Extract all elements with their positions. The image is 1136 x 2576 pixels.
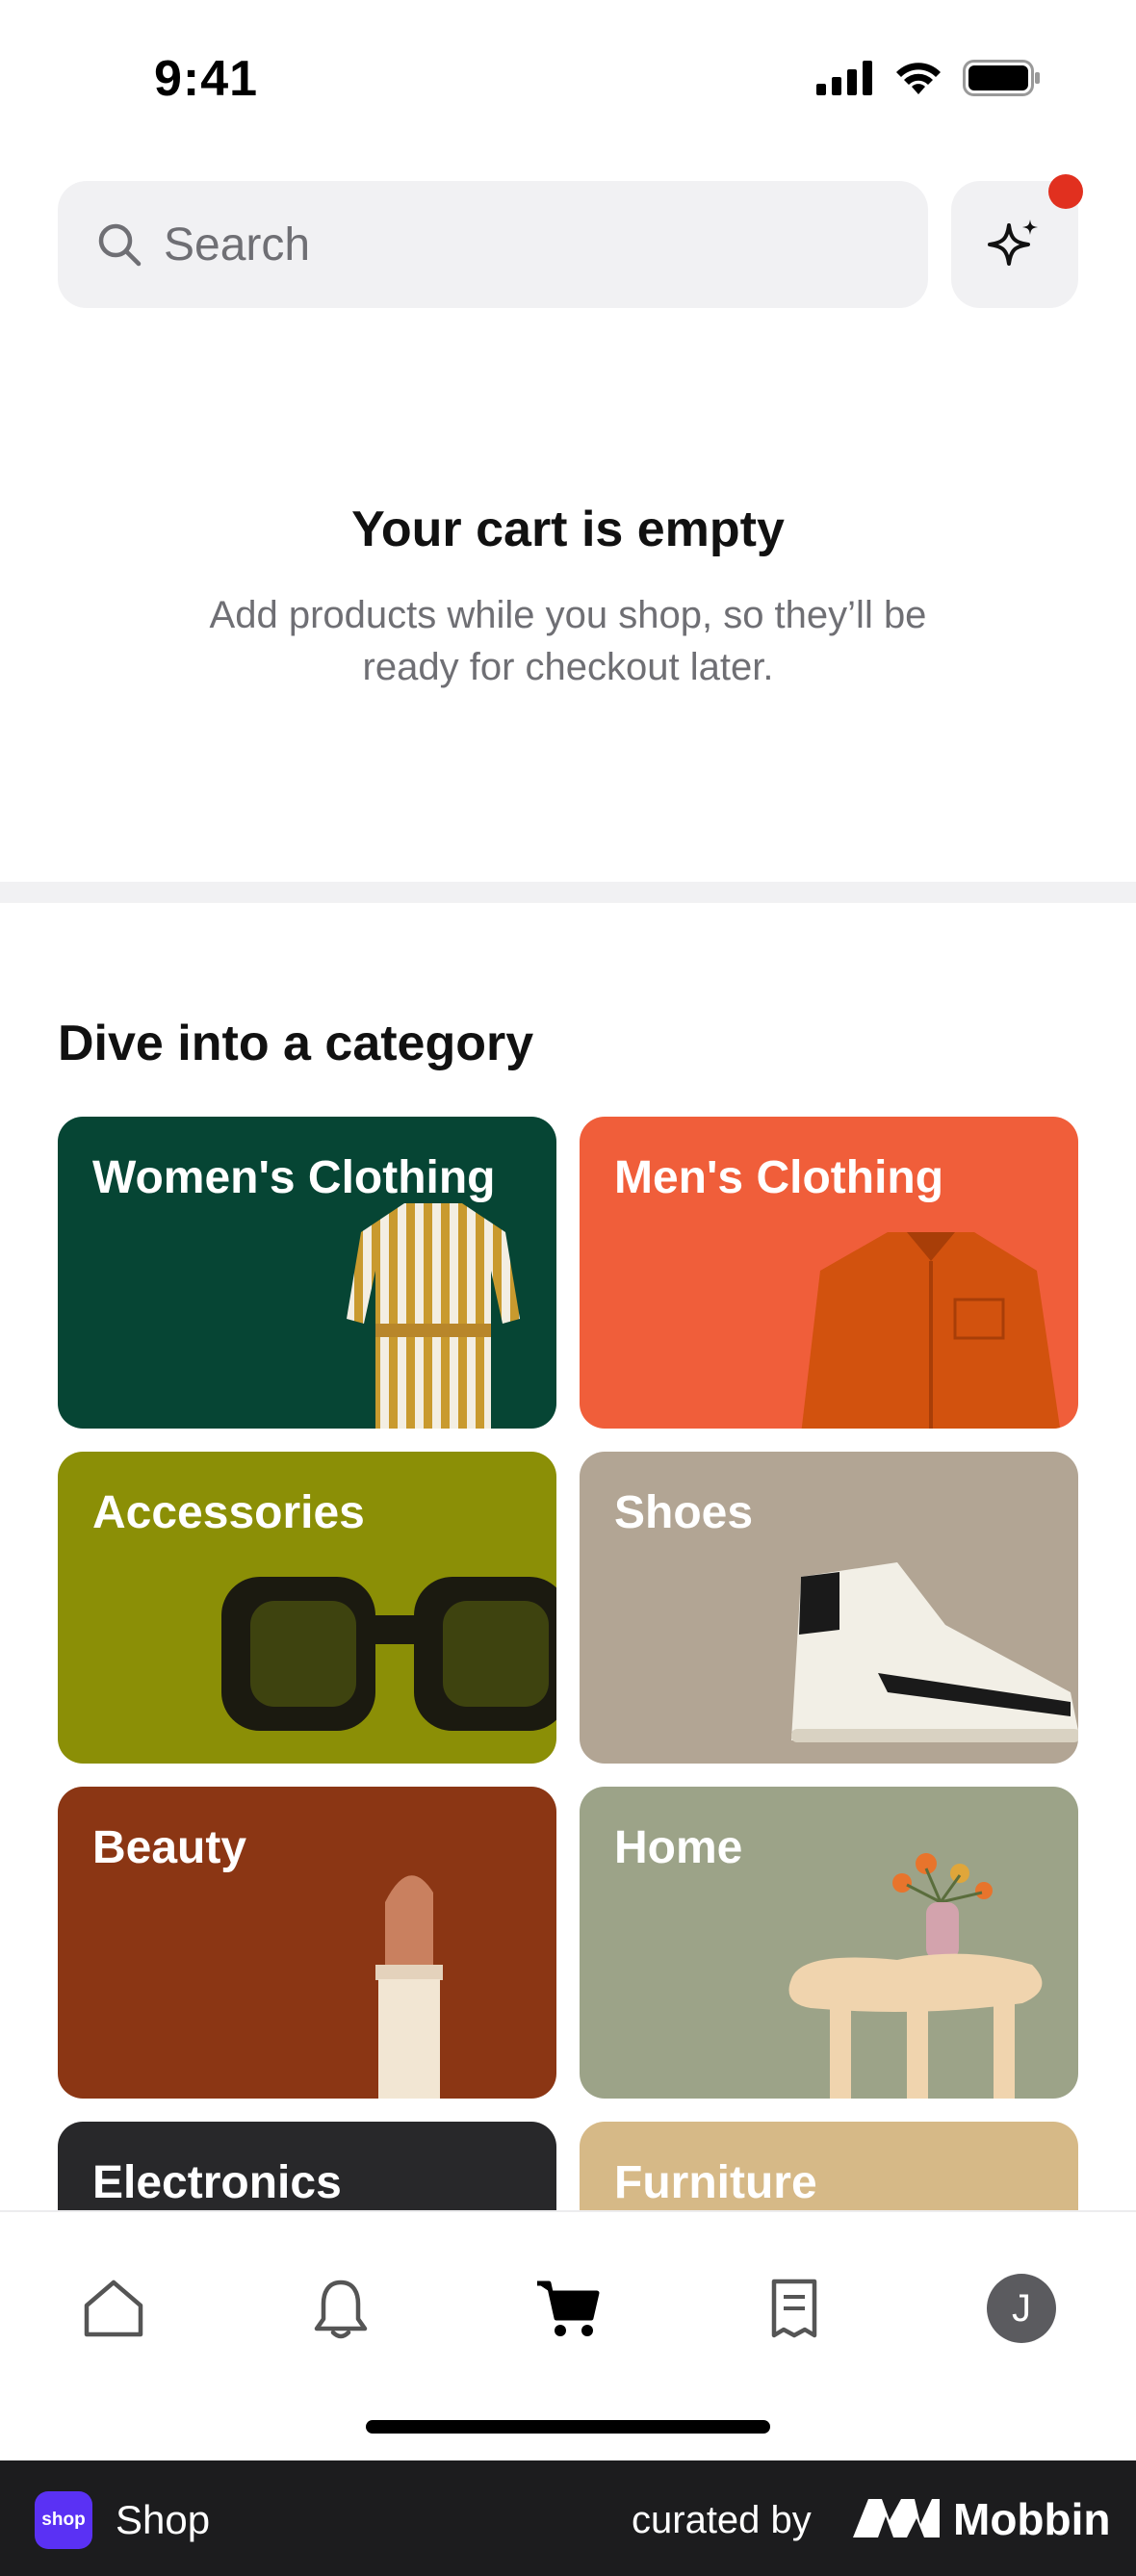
search-icon: [98, 223, 142, 267]
wifi-icon: [896, 63, 941, 94]
category-label: Accessories: [92, 1487, 365, 1538]
mobbin-logo-icon: [853, 2499, 940, 2537]
status-icons: [816, 60, 1042, 96]
search-input[interactable]: Search: [58, 181, 928, 308]
category-card-mens-clothing[interactable]: Men's Clothing: [580, 1117, 1078, 1429]
cart-icon: [537, 2280, 600, 2336]
category-grid: Women's Clothing Men's Clothing Accessor…: [0, 1117, 1136, 2210]
category-label: Furniture: [614, 2157, 817, 2208]
receipt-icon: [771, 2279, 817, 2338]
empty-cart-subtitle: Add products while you shop, so they’ll …: [209, 594, 927, 688]
tab-cart[interactable]: [520, 2260, 616, 2357]
category-label: Home: [614, 1822, 743, 1873]
category-card-electronics[interactable]: Electronics: [58, 2122, 556, 2210]
home-icon: [84, 2280, 143, 2337]
category-card-beauty[interactable]: Beauty: [58, 1787, 556, 2099]
empty-cart-title: Your cart is empty: [351, 502, 785, 557]
lipstick-image: [375, 1875, 443, 2099]
battery-icon: [963, 60, 1040, 96]
section-divider: [0, 882, 1136, 903]
avatar-initial: J: [1012, 2286, 1031, 2330]
shop-logo: shop: [35, 2491, 92, 2549]
bell-icon: [314, 2280, 368, 2339]
category-section-title: Dive into a category: [58, 1016, 534, 1071]
side-table-flowers-image: [788, 1853, 1043, 2099]
profile-avatar: J: [987, 2274, 1056, 2343]
status-bar: 9:41: [0, 0, 1136, 164]
category-card-home[interactable]: Home: [580, 1787, 1078, 2099]
notification-dot: [1048, 174, 1083, 209]
category-card-womens-clothing[interactable]: Women's Clothing: [58, 1117, 556, 1429]
category-card-shoes[interactable]: Shoes: [580, 1452, 1078, 1764]
shop-logo-text: shop: [41, 2510, 86, 2530]
category-label: Electronics: [92, 2157, 342, 2208]
cellular-signal-icon: [816, 61, 872, 95]
app-name: Shop: [116, 2497, 211, 2542]
tab-home[interactable]: [65, 2260, 162, 2357]
category-label: Men's Clothing: [614, 1152, 944, 1203]
category-label: Women's Clothing: [92, 1152, 496, 1203]
sneaker-image: [791, 1562, 1078, 1742]
footer-banner: shop Shop curated by Mobbin: [0, 2460, 1136, 2576]
curated-by-label: curated by: [632, 2499, 812, 2541]
status-time: 9:41: [154, 51, 259, 107]
sparkles-icon: [988, 219, 1038, 266]
tab-profile[interactable]: J: [973, 2260, 1070, 2357]
category-label: Beauty: [92, 1822, 247, 1873]
tab-notifications[interactable]: [293, 2260, 389, 2357]
sunglasses-image: [221, 1577, 556, 1731]
orange-shirt-image: [801, 1232, 1061, 1429]
category-card-accessories[interactable]: Accessories: [58, 1452, 556, 1764]
search-placeholder: Search: [164, 219, 311, 270]
tab-orders[interactable]: [746, 2260, 842, 2357]
home-indicator: [366, 2420, 770, 2434]
mobbin-brand: Mobbin: [953, 2494, 1111, 2544]
category-label: Shoes: [614, 1487, 754, 1538]
striped-dress-image: [347, 1203, 520, 1429]
category-card-furniture[interactable]: Furniture: [580, 2122, 1078, 2210]
